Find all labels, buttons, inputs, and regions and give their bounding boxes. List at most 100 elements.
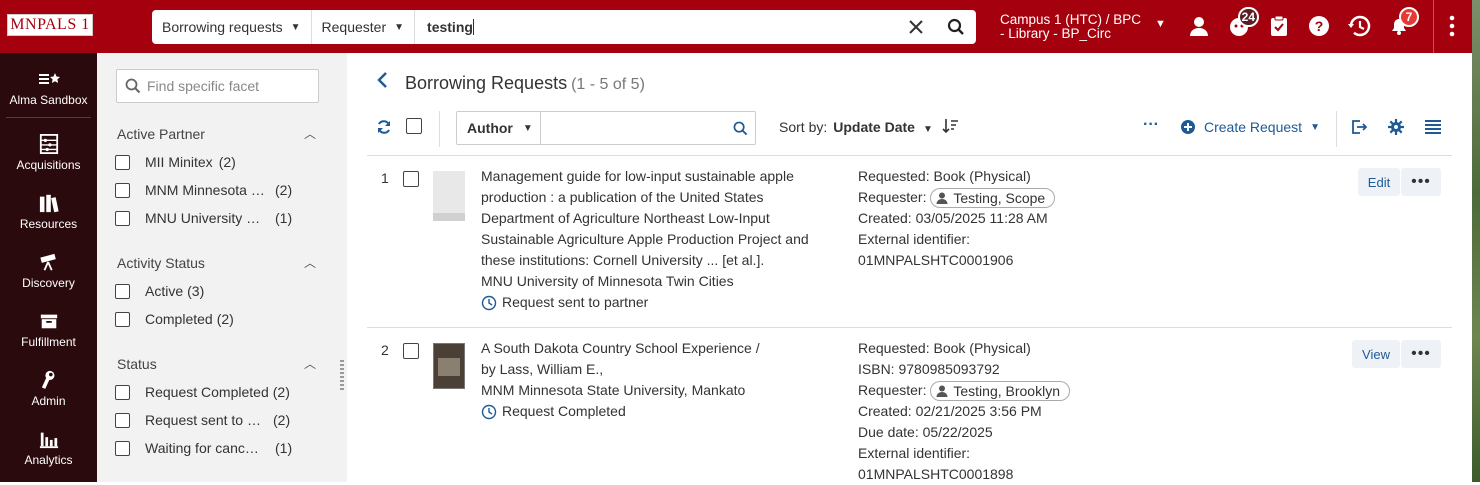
field-label: Due date: bbox=[858, 424, 919, 441]
nav-item-alma-sandbox[interactable]: Alma Sandbox bbox=[0, 69, 97, 107]
checkbox[interactable] bbox=[115, 412, 130, 428]
checkbox[interactable] bbox=[115, 182, 130, 198]
page-title: Borrowing Requests (1 - 5 of 5) bbox=[405, 73, 645, 94]
left-nav: Alma Sandbox Acquisitions Resources Disc… bbox=[0, 53, 97, 482]
facet-item[interactable]: MNM Minnesota State University, Mankato (… bbox=[115, 181, 292, 199]
sort-label: Sort by: bbox=[779, 119, 828, 135]
books-icon bbox=[39, 194, 59, 213]
checkbox[interactable] bbox=[115, 311, 130, 327]
page-title-text: Borrowing Requests bbox=[405, 73, 568, 93]
row-more-button[interactable]: ••• bbox=[1401, 168, 1441, 196]
search-field-select[interactable]: Requester ▼ bbox=[312, 10, 416, 44]
notifications-icon[interactable]: 7 bbox=[1387, 7, 1419, 38]
main-content: Borrowing Requests (1 - 5 of 5) Author ▼ S… bbox=[347, 53, 1472, 482]
facet-count: (2) bbox=[216, 311, 234, 327]
checkbox[interactable] bbox=[115, 440, 130, 456]
chevron-down-icon: ▼ bbox=[522, 122, 533, 134]
facet-item[interactable]: Waiting for cancellation (1) bbox=[115, 439, 292, 457]
resize-handle[interactable] bbox=[340, 360, 344, 390]
facet-group-title: Activity Status bbox=[117, 255, 205, 271]
checkbox[interactable] bbox=[115, 210, 130, 226]
search-input[interactable]: testing bbox=[415, 19, 896, 35]
facet-item[interactable]: MII Minitex (2) bbox=[115, 153, 236, 171]
row-number: 1 bbox=[381, 170, 389, 186]
field-value: Book (Physical) bbox=[933, 168, 1031, 184]
requester-chip[interactable]: Testing, Brooklyn bbox=[930, 381, 1070, 402]
facet-item[interactable]: Request sent to partner (2) bbox=[115, 411, 290, 429]
search-icon[interactable] bbox=[725, 121, 755, 136]
divider bbox=[367, 327, 1452, 328]
sort-direction-icon[interactable] bbox=[941, 117, 959, 140]
help-icon[interactable]: ? bbox=[1307, 14, 1331, 38]
logo[interactable]: MNPALS 1 bbox=[7, 14, 93, 36]
facet-item[interactable]: Completed (2) bbox=[115, 310, 234, 328]
field-value: 01MNPALSHTC0001898 bbox=[858, 466, 1014, 483]
more-actions-button[interactable]: ··· bbox=[1143, 116, 1159, 134]
requester-name: Testing, Scope bbox=[953, 189, 1046, 206]
filter-input[interactable] bbox=[541, 112, 725, 144]
nav-item-discovery[interactable]: Discovery bbox=[0, 252, 97, 290]
clear-icon[interactable] bbox=[896, 10, 936, 44]
requester-chip[interactable]: Testing, Scope bbox=[930, 188, 1056, 209]
facet-label: Request sent to partner bbox=[145, 412, 263, 428]
divider bbox=[6, 117, 91, 118]
request-title[interactable]: A South Dakota Country School Experience… bbox=[481, 338, 826, 359]
view-button[interactable]: View bbox=[1352, 340, 1400, 368]
divider bbox=[1336, 111, 1337, 147]
divider bbox=[439, 111, 440, 147]
chevron-up-icon[interactable]: ︿ bbox=[304, 355, 316, 372]
nav-item-acquisitions[interactable]: Acquisitions bbox=[0, 134, 97, 172]
search-icon bbox=[125, 78, 141, 94]
field-label: External identifier: bbox=[858, 445, 971, 462]
history-icon[interactable] bbox=[1347, 14, 1371, 38]
checkbox[interactable] bbox=[115, 283, 130, 299]
abacus-icon bbox=[39, 134, 58, 154]
chevron-up-icon[interactable]: ︿ bbox=[304, 125, 316, 142]
refresh-icon[interactable] bbox=[376, 119, 392, 140]
nav-item-analytics[interactable]: Analytics bbox=[0, 429, 97, 467]
facet-label: Active bbox=[145, 283, 184, 299]
row-checkbox[interactable] bbox=[403, 343, 419, 359]
clipboard-icon[interactable] bbox=[1267, 14, 1291, 38]
chevron-up-icon[interactable]: ︿ bbox=[304, 254, 316, 271]
create-request-button[interactable]: Create Request ▼ bbox=[1180, 119, 1320, 135]
facet-item[interactable]: Active (3) bbox=[115, 282, 204, 300]
facet-label: MII Minitex bbox=[145, 154, 213, 170]
search-bar: Borrowing requests ▼ Requester ▼ testing bbox=[152, 10, 976, 44]
sort-control[interactable]: Sort by: Update Date ▼ bbox=[779, 119, 933, 135]
facet-search-input[interactable]: Find specific facet bbox=[116, 69, 319, 103]
nav-item-admin[interactable]: Admin bbox=[0, 370, 97, 408]
request-author: by Lass, William E., bbox=[481, 361, 604, 377]
edit-button[interactable]: Edit bbox=[1358, 168, 1400, 196]
gear-icon[interactable] bbox=[1387, 118, 1405, 141]
filter-field-select[interactable]: Author ▼ bbox=[457, 112, 541, 144]
export-icon[interactable] bbox=[1350, 119, 1368, 140]
clock-icon bbox=[481, 404, 497, 419]
select-all-checkbox[interactable] bbox=[406, 118, 422, 134]
facet-item[interactable]: MNU University of Minnesota Twin Cities (… bbox=[115, 209, 292, 227]
tasks-icon[interactable]: 24 bbox=[1227, 7, 1259, 38]
facet-label: MNM Minnesota State University, Mankato bbox=[145, 182, 265, 198]
facet-item[interactable]: Request Completed (2) bbox=[115, 383, 290, 401]
checkbox[interactable] bbox=[115, 154, 130, 170]
request-title[interactable]: Management guide for low-input sustainab… bbox=[481, 166, 826, 271]
divider bbox=[367, 155, 1452, 156]
user-icon[interactable] bbox=[1187, 14, 1211, 38]
status-text: Request sent to partner bbox=[502, 294, 649, 310]
back-icon[interactable] bbox=[376, 71, 388, 95]
list-view-icon[interactable] bbox=[1424, 119, 1442, 140]
search-icon[interactable] bbox=[936, 10, 976, 44]
request-partner: MNU University of Minnesota Twin Cities bbox=[481, 273, 734, 289]
nav-item-resources[interactable]: Resources bbox=[0, 193, 97, 231]
field-label: ISBN: bbox=[858, 361, 895, 377]
current-location[interactable]: Campus 1 (HTC) / BPC - Library - BP_Circ bbox=[1000, 13, 1141, 41]
search-scope-select[interactable]: Borrowing requests ▼ bbox=[152, 10, 312, 44]
checkbox[interactable] bbox=[115, 384, 130, 400]
row-more-button[interactable]: ••• bbox=[1401, 340, 1441, 368]
chevron-down-icon[interactable]: ▼ bbox=[1155, 18, 1166, 30]
filter-field-label: Author bbox=[467, 120, 513, 136]
more-vertical-icon[interactable] bbox=[1440, 14, 1464, 38]
nav-item-fulfillment[interactable]: Fulfillment bbox=[0, 311, 97, 349]
row-checkbox[interactable] bbox=[403, 171, 419, 187]
field-label: Requester: bbox=[858, 189, 927, 205]
